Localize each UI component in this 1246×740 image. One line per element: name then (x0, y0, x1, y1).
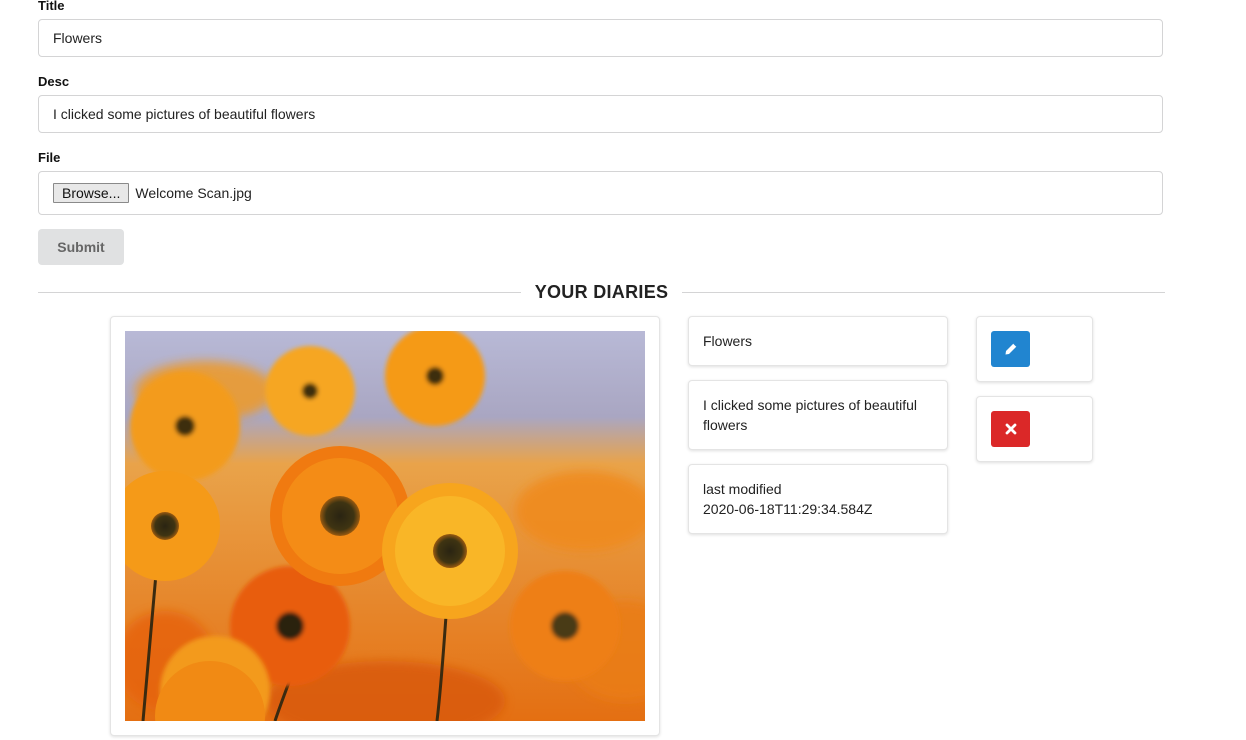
delete-button[interactable] (991, 411, 1030, 447)
close-icon (1005, 423, 1016, 435)
edit-button[interactable] (991, 331, 1030, 367)
desc-label: Desc (38, 74, 70, 89)
desc-input-value: I clicked some pictures of beautiful flo… (53, 106, 316, 122)
delete-card (976, 396, 1093, 462)
diary-modified-card: last modified 2020-06-18T11:29:34.584Z (688, 464, 948, 534)
submit-button[interactable]: Submit (38, 229, 124, 265)
pencil-icon (1005, 343, 1017, 355)
desc-input[interactable]: I clicked some pictures of beautiful flo… (38, 95, 1163, 133)
edit-card (976, 316, 1093, 382)
diary-title: Flowers (703, 333, 753, 349)
diary-image-card (110, 316, 660, 736)
section-heading: YOUR DIARIES (534, 281, 669, 302)
diary-title-card: Flowers (688, 316, 948, 366)
flowers-photo (125, 331, 645, 721)
title-input[interactable]: Flowers (38, 19, 1163, 57)
modified-timestamp: 2020-06-18T11:29:34.584Z (703, 501, 873, 517)
divider-line-right (682, 291, 1165, 293)
file-label: File (38, 150, 61, 165)
diary-description: I clicked some pictures of beautiful flo… (703, 397, 917, 433)
diary-image (125, 331, 645, 721)
modified-label: last modified (703, 481, 782, 497)
divider-line-left (38, 291, 521, 293)
file-name: Welcome Scan.jpg (135, 185, 252, 201)
title-input-value: Flowers (53, 30, 103, 46)
section-divider: YOUR DIARIES (38, 280, 1165, 304)
browse-button[interactable]: Browse... (53, 183, 130, 203)
title-label: Title (38, 0, 65, 13)
diary-description-card: I clicked some pictures of beautiful flo… (688, 380, 948, 450)
file-input[interactable]: Browse... Welcome Scan.jpg (38, 171, 1163, 215)
